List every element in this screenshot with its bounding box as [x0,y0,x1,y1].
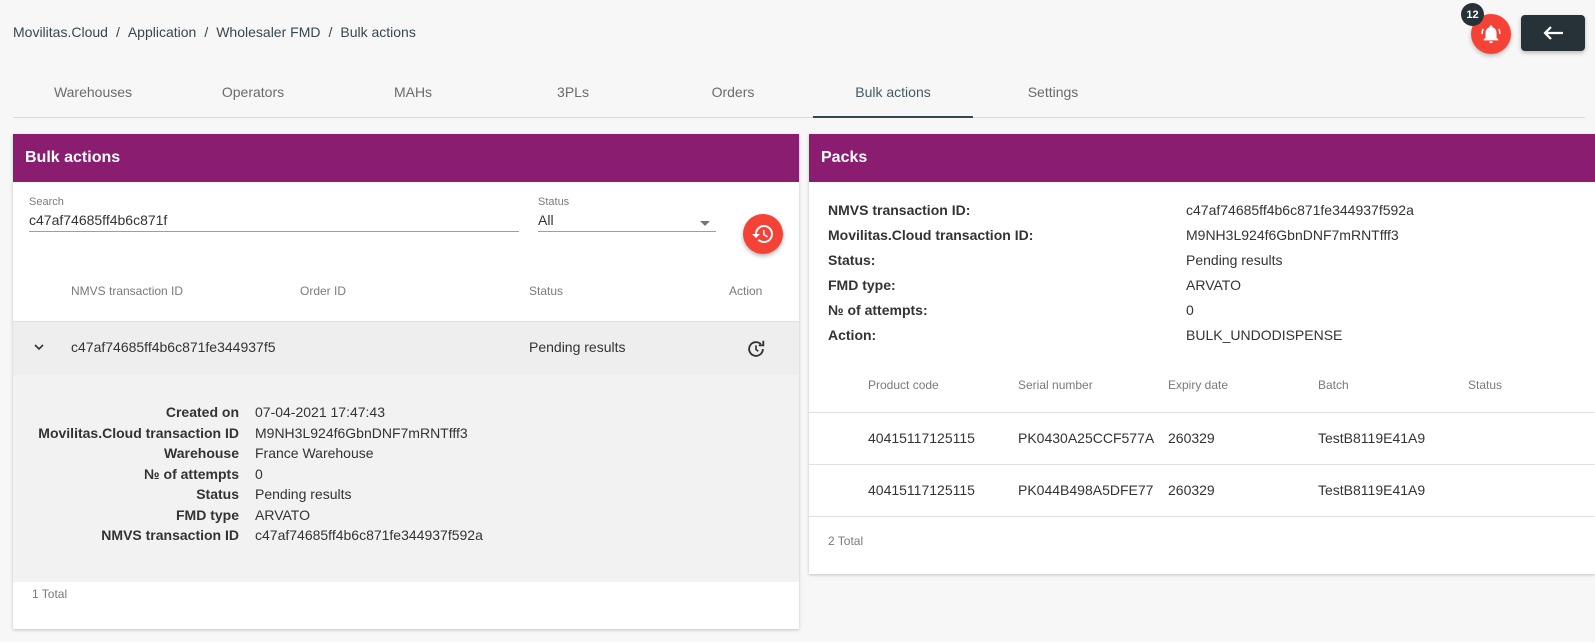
detail-value: France Warehouse [255,445,374,461]
breadcrumb-separator: / [328,24,333,40]
product-code-cell: 40415117125115 [868,430,975,446]
info-value: M9NH3L924f6GbnDNF7mRNTfff3 [1186,227,1399,243]
breadcrumb-separator: / [204,24,209,40]
column-header[interactable]: Status [529,284,563,298]
breadcrumb-item[interactable]: Application [128,24,197,40]
bulk-actions-panel: Bulk actions Search c47af74685ff4b6c871f… [13,134,799,629]
status-label: Status [538,196,570,208]
back-button[interactable] [1521,15,1585,51]
info-key: FMD type: [828,277,896,293]
info-key: Movilitas.Cloud transaction ID: [828,227,1034,243]
tab-bulk-actions[interactable]: Bulk actions [813,72,973,118]
info-value: 0 [1186,302,1194,318]
serial-number-cell: PK044B498A5DFE77 [1018,482,1154,498]
total-count: 2 Total [828,534,864,548]
breadcrumb-item[interactable]: Movilitas.Cloud [13,24,108,40]
packs-panel: Packs NMVS transaction ID: c47af74685ff4… [809,134,1595,574]
breadcrumb-item-current: Bulk actions [340,24,416,40]
column-header[interactable]: Product code [868,378,939,392]
tab-mahs[interactable]: MAHs [333,72,493,118]
detail-value: M9NH3L924f6GbnDNF7mRNTfff3 [255,425,468,441]
detail-value: 0 [255,466,263,482]
column-header[interactable]: Order ID [300,284,346,298]
detail-value: ARVATO [255,507,310,523]
batch-cell: TestB8119E41A9 [1318,430,1426,446]
status-select[interactable]: All [538,212,716,232]
nmvs-id-cell: c47af74685ff4b6c871fe344937f5 [71,339,276,355]
detail-key: NMVS transaction ID [101,527,239,543]
info-value: Pending results [1186,252,1283,268]
tab-warehouses[interactable]: Warehouses [13,72,173,118]
arrow-left-icon [1543,26,1563,40]
column-header[interactable]: NMVS transaction ID [71,284,183,298]
detail-value: Pending results [255,486,352,502]
divider [809,464,1595,465]
retry-icon[interactable] [745,338,767,360]
detail-key: FMD type [176,507,239,523]
notification-count-badge: 12 [1461,3,1484,26]
detail-key: Created on [165,404,239,420]
info-value: ARVATO [1186,277,1241,293]
serial-number-cell: PK0430A25CCF577A [1018,430,1155,446]
total-count: 1 Total [32,587,68,601]
detail-key: Movilitas.Cloud transaction ID [38,425,239,441]
info-key: NMVS transaction ID: [828,202,971,218]
chevron-down-icon[interactable] [700,221,710,226]
batch-cell: TestB8119E41A9 [1318,482,1426,498]
tab-3pls[interactable]: 3PLs [493,72,653,118]
info-value: BULK_UNDODISPENSE [1186,327,1343,343]
detail-key: Status [196,486,239,502]
search-input[interactable]: c47af74685ff4b6c871f [29,212,519,232]
tab-bar: Warehouses Operators MAHs 3PLs Orders Bu… [13,72,1585,118]
detail-key: № of attempts [144,466,239,482]
detail-key: Warehouse [164,445,239,461]
tab-operators[interactable]: Operators [173,72,333,118]
info-key: Action: [828,327,877,343]
panel-title: Bulk actions [13,134,799,182]
search-label: Search [29,196,64,208]
info-key: Status: [828,252,876,268]
expiry-date-cell: 260329 [1168,482,1215,498]
reset-filters-button[interactable] [743,214,783,254]
notifications-button[interactable]: 12 [1461,3,1511,54]
column-header[interactable]: Status [1468,378,1502,392]
divider [809,412,1595,413]
tab-orders[interactable]: Orders [653,72,813,118]
column-header: Action [729,284,763,298]
row-details: Created on Movilitas.Cloud transaction I… [13,375,799,582]
detail-value: c47af74685ff4b6c871fe344937f592a [255,527,483,543]
breadcrumb: Movilitas.Cloud / Application / Wholesal… [13,24,416,40]
detail-value: 07-04-2021 17:47:43 [255,404,385,420]
status-cell: Pending results [529,339,626,355]
breadcrumb-item[interactable]: Wholesaler FMD [216,24,320,40]
column-header[interactable]: Serial number [1018,378,1093,392]
column-header[interactable]: Expiry date [1168,378,1228,392]
chevron-down-icon[interactable] [33,342,45,352]
divider [809,516,1595,517]
info-key: № of attempts: [828,302,928,318]
breadcrumb-separator: / [115,24,120,40]
product-code-cell: 40415117125115 [868,482,975,498]
tab-settings[interactable]: Settings [973,72,1133,118]
expiry-date-cell: 260329 [1168,430,1215,446]
column-header[interactable]: Batch [1318,378,1349,392]
table-row[interactable]: c47af74685ff4b6c871fe344937f5 Pending re… [13,321,799,375]
detail-keys: Created on Movilitas.Cloud transaction I… [13,404,239,549]
panel-title: Packs [809,134,1595,182]
history-icon [752,225,773,243]
info-value: c47af74685ff4b6c871fe344937f592a [1186,202,1414,218]
